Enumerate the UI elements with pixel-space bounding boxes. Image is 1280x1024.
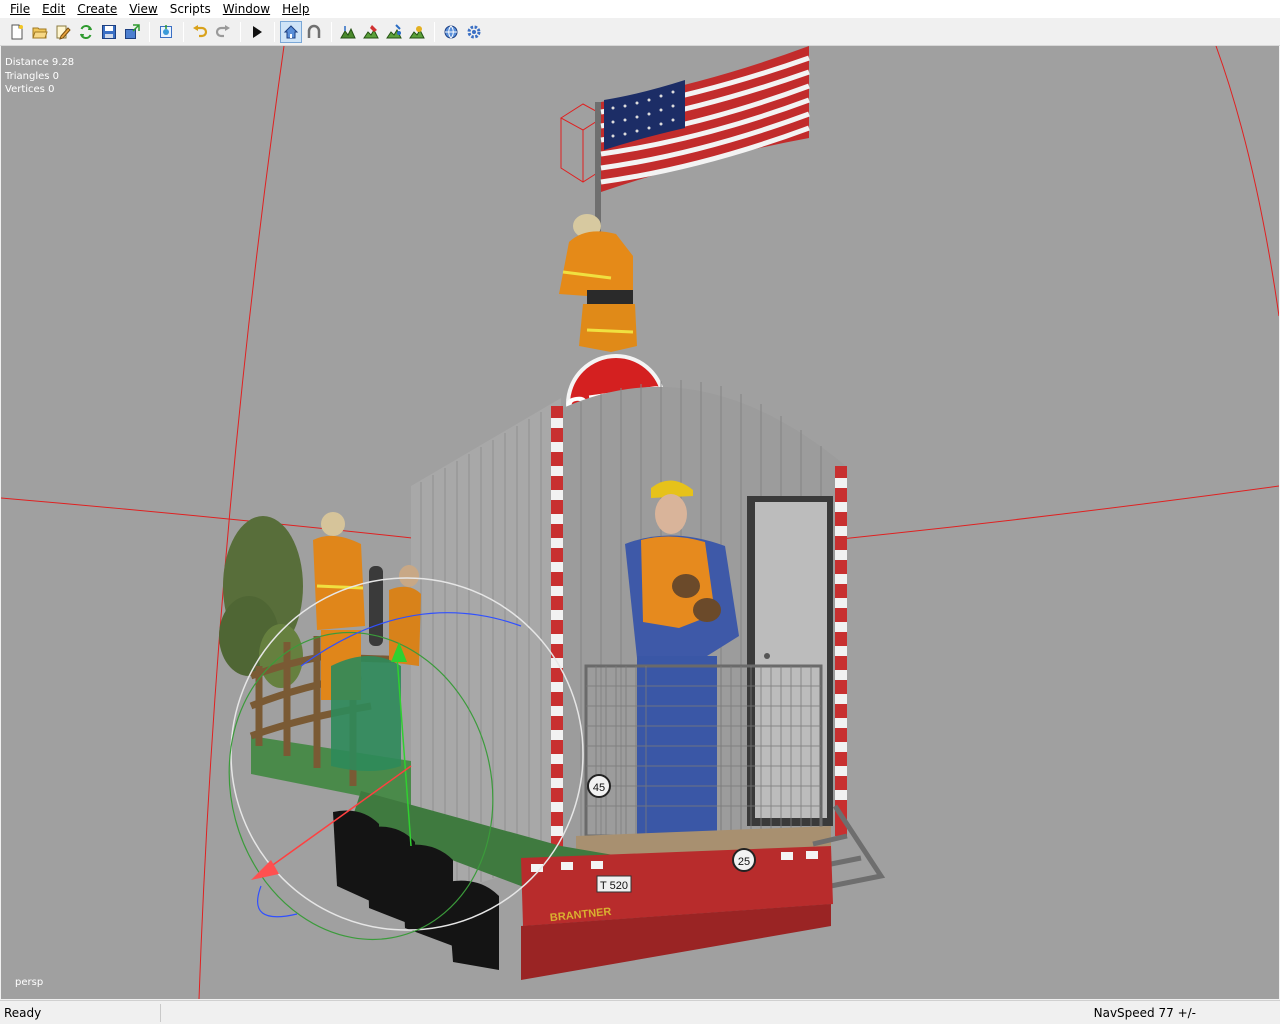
viewport-stats: Distance 9.28 Triangles 0 Vertices 0 — [5, 56, 74, 97]
menu-edit-label: Edit — [42, 2, 66, 16]
flag-pole — [595, 102, 601, 232]
menu-help-label: Help — [282, 2, 310, 16]
save-icon — [102, 24, 116, 39]
terrain-button[interactable] — [337, 21, 359, 43]
menu-window-label: Window — [222, 2, 271, 16]
status-bar: Ready NavSpeed 77 +/- — [0, 1000, 1280, 1024]
speed-badge-left: 45 — [587, 774, 611, 798]
export-button[interactable] — [121, 21, 143, 43]
edit-file-icon — [56, 25, 71, 40]
new-file-icon — [11, 24, 23, 39]
undo-icon — [193, 24, 208, 37]
american-flag — [600, 46, 810, 192]
stat-triangles: Triangles 0 — [5, 70, 60, 82]
3d-viewport[interactable]: STOP — [1, 46, 1279, 999]
globe-settings-button[interactable] — [440, 21, 462, 43]
home-icon — [283, 24, 299, 38]
redo-button[interactable] — [212, 21, 234, 43]
status-text: Ready — [4, 1006, 42, 1020]
terrain-sculpt-icon — [386, 23, 402, 38]
barrel-green — [331, 656, 401, 771]
menu-edit[interactable]: Edit — [36, 1, 71, 17]
refresh-button[interactable] — [75, 21, 97, 43]
menu-scripts[interactable]: Scripts — [164, 1, 217, 17]
home-button[interactable] — [280, 20, 302, 43]
import-button[interactable] — [155, 21, 177, 43]
gear-settings-icon — [467, 25, 481, 38]
terrain-sculpt-button[interactable] — [383, 21, 405, 43]
menu-file-label: File — [10, 2, 31, 16]
menu-bar: File Edit Create View Scripts Window Hel… — [0, 0, 1280, 18]
refresh-icon — [80, 24, 92, 39]
export-icon — [125, 23, 140, 39]
toolbar-separator — [240, 21, 241, 42]
terrain-icon — [340, 25, 356, 38]
redo-icon — [215, 24, 230, 37]
toolbar-separator — [331, 21, 332, 42]
stat-distance: Distance 9.28 — [5, 57, 75, 68]
save-button[interactable] — [98, 21, 120, 43]
scene-render: STOP — [1, 46, 1279, 999]
toolbar — [0, 18, 1280, 46]
menu-create[interactable]: Create — [71, 1, 123, 17]
menu-view[interactable]: View — [123, 1, 163, 17]
stat-vertices: Vertices 0 — [5, 84, 55, 95]
toolbar-separator — [149, 21, 150, 42]
speed-badge-left-text: 45 — [593, 782, 605, 794]
magnet-icon — [307, 24, 321, 38]
menu-help[interactable]: Help — [276, 1, 315, 17]
terrain-paint-icon — [363, 24, 379, 38]
menu-view-label: View — [129, 2, 158, 16]
nav-speed-readout: NavSpeed 77 +/- — [1093, 1006, 1196, 1020]
terrain-paint-button[interactable] — [360, 21, 382, 43]
toolbar-separator — [274, 21, 275, 42]
play-button[interactable] — [246, 21, 268, 43]
import-icon — [160, 24, 172, 38]
menu-file[interactable]: File — [4, 1, 36, 17]
magnet-button[interactable] — [303, 21, 325, 43]
speed-badge-right: 25 — [732, 848, 756, 872]
speed-badge-right-text: 25 — [738, 856, 750, 868]
globe-settings-icon — [444, 25, 458, 38]
gear-settings-button[interactable] — [463, 21, 485, 43]
play-icon — [253, 25, 262, 38]
menu-window[interactable]: Window — [217, 1, 276, 17]
camera-label: persp — [15, 977, 44, 988]
menu-create-label: Create — [77, 2, 118, 16]
toolbar-separator — [183, 21, 184, 42]
open-file-button[interactable] — [29, 21, 51, 43]
license-plate-text: T 520 — [600, 880, 628, 892]
new-file-button[interactable] — [6, 21, 28, 43]
terrain-foliage-button[interactable] — [406, 21, 428, 43]
terrain-foliage-icon — [409, 25, 425, 38]
firefighter-on-pole — [559, 214, 637, 352]
toolbar-separator — [434, 21, 435, 42]
edit-file-button[interactable] — [52, 21, 74, 43]
open-file-icon — [32, 27, 48, 38]
status-divider — [160, 1004, 161, 1022]
undo-button[interactable] — [189, 21, 211, 43]
menu-scripts-label: Scripts — [169, 2, 211, 16]
